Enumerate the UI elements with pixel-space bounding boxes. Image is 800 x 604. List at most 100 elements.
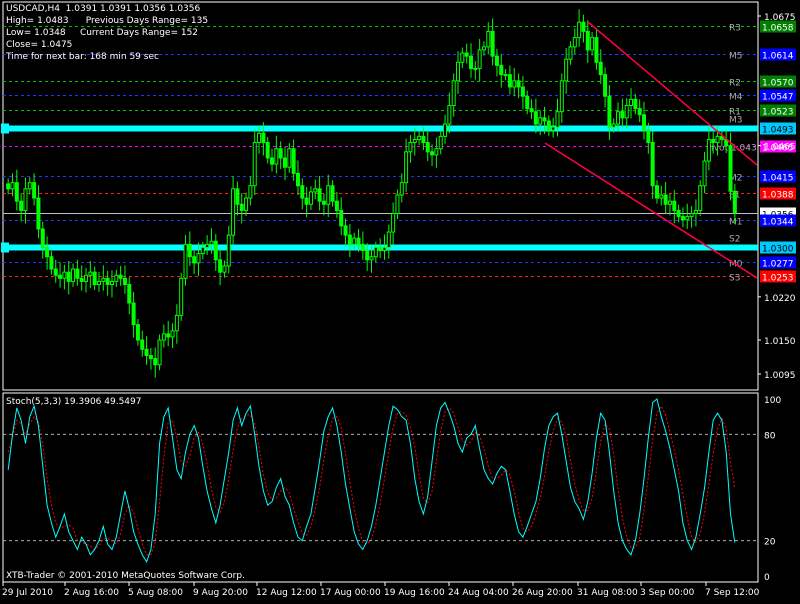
high-text: High= 1.0483 — [6, 16, 69, 26]
candle — [157, 334, 162, 371]
candle — [282, 146, 287, 181]
level-name-m4: M4 — [729, 93, 743, 103]
level-price-label-r3: 1.0658 — [762, 24, 794, 34]
price-tick-label: 1.0465 — [764, 143, 796, 153]
candle — [235, 181, 240, 216]
candle — [244, 192, 249, 216]
candle — [603, 67, 608, 108]
symbol-line: USDCAD,H4 1.0391 1.0391 1.0356 1.0356 — [6, 4, 201, 14]
candle — [663, 182, 668, 214]
candle — [231, 175, 236, 245]
candle — [75, 259, 80, 286]
candle — [144, 336, 149, 365]
info-line-1: High= 1.0483 Previous Days Range= 135 — [6, 16, 208, 27]
candle — [248, 176, 253, 206]
candle — [71, 263, 76, 287]
candle — [278, 141, 283, 170]
time-tick-label: 19 Aug 16:00 — [384, 588, 445, 598]
candle — [378, 238, 383, 258]
level-handle-s2[interactable] — [1, 242, 9, 253]
copyright-line: XTB-Trader © 2001-2010 MetaQuotes Softwa… — [6, 571, 245, 582]
level-price-label-m4: 1.0547 — [762, 93, 794, 103]
candle — [391, 202, 396, 245]
candle — [551, 117, 556, 138]
level-name-s2: S2 — [729, 235, 740, 245]
candle — [317, 175, 322, 211]
candle — [650, 131, 655, 199]
stoch-label: Stoch(5,3,3) 19.3906 49.5497 — [6, 397, 142, 407]
candle — [135, 319, 140, 346]
mt4-chart-window[interactable]: R3 1.0658 M5 1.0614 R2 1.0570 M4 1.0547 R1 1.0523… — [0, 0, 800, 600]
candle — [520, 75, 525, 110]
candle — [507, 65, 512, 95]
candle — [79, 265, 84, 291]
indicator-header: Stoch(5,3,3) 19.3906 49.5497 — [6, 397, 141, 408]
candle — [321, 193, 326, 216]
time-axis: 29 Jul 2010 2 Aug 16:00 5 Aug 08:00 9 Aug 2… — [2, 582, 760, 598]
candle — [153, 347, 158, 378]
time-tick-label: 9 Aug 20:00 — [193, 588, 248, 598]
level-price-label-m5: 1.0614 — [762, 52, 794, 62]
level-name-r2: R2 — [729, 79, 741, 89]
time-tick-label: 26 Aug 20:00 — [512, 588, 573, 598]
candle — [32, 173, 37, 206]
info-line-2: Low= 1.0348 Current Days Range= 152 — [6, 28, 198, 39]
stoch-panel-border — [2, 392, 759, 583]
candle — [109, 270, 114, 298]
chart-canvas[interactable]: R3 1.0658M5 1.0614R2 1.0570M4 1.0547R1 1.0523… — [0, 0, 800, 600]
close-text: Close= 1.0475 — [6, 40, 73, 50]
candle — [499, 54, 504, 88]
time-tick-label: 31 Aug 08:00 — [577, 588, 638, 598]
candle — [395, 189, 400, 220]
copyright-text: XTB-Trader © 2001-2010 MetaQuotes Softwa… — [6, 571, 245, 581]
candle — [494, 48, 499, 77]
candle — [693, 199, 698, 227]
candle — [443, 114, 448, 144]
candle — [226, 225, 231, 274]
candle — [66, 261, 71, 295]
candle — [654, 180, 659, 204]
candle — [218, 248, 223, 286]
candle — [19, 193, 24, 222]
level-price-label-s3: 1.0253 — [762, 274, 794, 284]
cur-range-text: Current Days Range= 152 — [79, 28, 199, 38]
next-bar-text: Time for next bar: 168 min 59 sec — [6, 52, 159, 62]
time-tick-label: 3 Sep 00:00 — [640, 588, 695, 598]
info-line-4: Time for next bar: 168 min 59 sec — [6, 52, 159, 63]
candle — [607, 85, 612, 141]
prev-range-text: Previous Days Range= 135 — [85, 16, 209, 26]
candle — [672, 190, 677, 224]
candle — [287, 143, 292, 173]
candle — [676, 204, 681, 223]
level-handle-m3[interactable] — [1, 123, 9, 134]
candle — [58, 262, 63, 288]
candle — [295, 160, 300, 195]
candle — [408, 135, 413, 163]
candle — [122, 265, 127, 294]
level-price-label-m3: 1.0493 — [762, 126, 794, 136]
candle — [577, 9, 582, 47]
candle — [339, 197, 344, 236]
candle — [187, 231, 192, 266]
candle — [192, 249, 197, 275]
candle — [118, 265, 123, 286]
candle — [512, 67, 517, 97]
candle — [6, 178, 11, 195]
candle — [49, 251, 54, 275]
candle — [84, 267, 89, 293]
candle — [300, 178, 305, 210]
candle — [481, 41, 486, 56]
candle — [629, 88, 634, 119]
candle — [581, 14, 586, 43]
stoch-tick-label: 100 — [764, 396, 781, 406]
candle — [680, 207, 685, 228]
candle — [698, 180, 703, 216]
candle — [179, 272, 184, 321]
time-tick-label: 7 Sep 12:00 — [705, 588, 760, 598]
candle — [148, 348, 153, 370]
candle — [326, 174, 331, 218]
candle — [360, 231, 365, 260]
candle — [166, 320, 171, 347]
candle — [706, 126, 711, 171]
level-name-r3: R3 — [729, 24, 741, 34]
